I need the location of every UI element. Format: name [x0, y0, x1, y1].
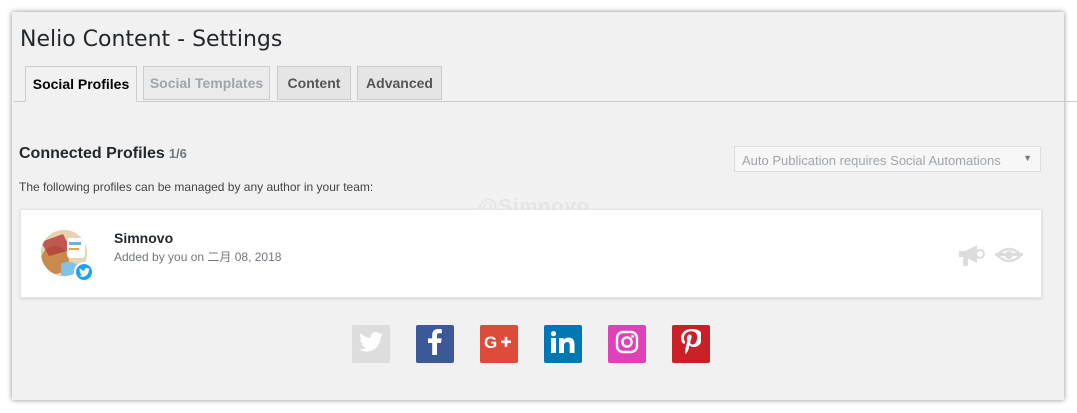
twitter-icon: [74, 262, 94, 282]
profile-added-text: Added by you on 二月 08, 2018: [114, 250, 282, 264]
profile-name: Simnovo: [114, 230, 174, 246]
google-plus-button[interactable]: G: [480, 325, 518, 363]
tab-content[interactable]: Content: [277, 66, 351, 100]
svg-text:G: G: [484, 333, 497, 352]
tab-divider: [14, 101, 1077, 102]
pinterest-icon: [681, 328, 703, 360]
megaphone-icon[interactable]: [957, 242, 985, 268]
twitter-button[interactable]: [352, 325, 390, 363]
twitter-icon: [359, 331, 383, 357]
profile-card: Simnovo Added by you on 二月 08, 2018: [20, 209, 1042, 298]
linkedin-icon: [550, 330, 575, 358]
auto-publication-select-value: Auto Publication requires Social Automat…: [742, 153, 1001, 168]
auto-publication-select[interactable]: Auto Publication requires Social Automat…: [734, 146, 1041, 172]
tab-social-templates[interactable]: Social Templates: [143, 66, 270, 100]
pinterest-button[interactable]: [672, 325, 710, 363]
section-description: The following profiles can be managed by…: [19, 180, 374, 194]
chevron-down-icon: ▼: [1023, 153, 1032, 163]
facebook-button[interactable]: [416, 325, 454, 363]
instagram-icon: [615, 330, 639, 359]
profile-count: 1/6: [168, 146, 187, 161]
page-title: Nelio Content - Settings: [20, 27, 283, 52]
google-plus-icon: G: [484, 332, 514, 357]
social-network-buttons: G: [0, 325, 1077, 363]
tab-advanced[interactable]: Advanced: [357, 66, 442, 100]
instagram-button[interactable]: [608, 325, 646, 363]
tab-social-profiles[interactable]: Social Profiles: [25, 66, 137, 102]
section-title-text: Connected Profiles: [19, 145, 165, 162]
linkedin-button[interactable]: [544, 325, 582, 363]
section-title: Connected Profiles 1/6: [19, 145, 187, 163]
facebook-icon: [428, 328, 442, 360]
visibility-icon[interactable]: [995, 242, 1023, 268]
